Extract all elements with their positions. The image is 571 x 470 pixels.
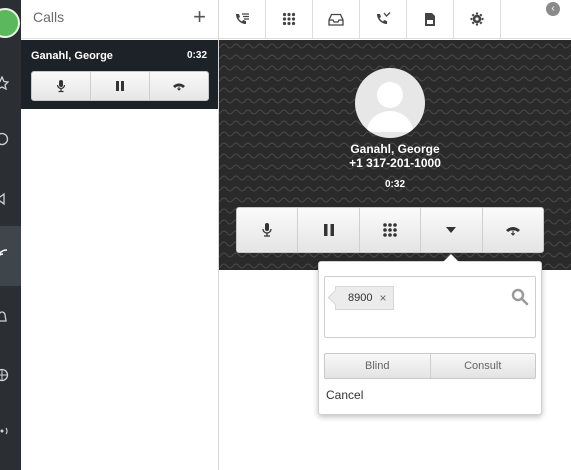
- call-stage: Ganahl, George +1 317-201-1000 0:32: [219, 40, 571, 270]
- pause-icon: [323, 224, 334, 236]
- hangup-button[interactable]: [150, 72, 208, 100]
- active-call-duration: 0:32: [186, 50, 207, 61]
- wave-line: [219, 43, 571, 49]
- mute-button[interactable]: [32, 72, 91, 100]
- caller-avatar: [355, 68, 425, 138]
- pause-icon: [116, 81, 124, 91]
- calls-panel: Calls + Ganahl, George 0:32: [21, 0, 219, 470]
- cancel-transfer-link[interactable]: Cancel: [326, 388, 363, 402]
- left-rail: [0, 0, 21, 470]
- hangup-button[interactable]: [483, 208, 543, 252]
- call-log-button[interactable]: [219, 0, 266, 38]
- bell-icon[interactable]: [0, 306, 21, 328]
- wave-line: [219, 54, 571, 60]
- transfer-type-buttons: Blind Consult: [324, 353, 536, 379]
- missed-call-icon: [377, 12, 391, 24]
- destination-chip[interactable]: 8900 ×: [335, 286, 394, 310]
- calls-title: Calls: [33, 9, 65, 25]
- calls-nav-icon[interactable]: [0, 226, 21, 286]
- settings-button[interactable]: [454, 0, 501, 38]
- active-call-name: Ganahl, George: [31, 50, 113, 62]
- settings-icon: [470, 12, 484, 26]
- popover-arrow: [443, 254, 459, 262]
- microphone-icon: [262, 223, 272, 237]
- add-call-button[interactable]: +: [193, 4, 206, 30]
- hold-button[interactable]: [91, 72, 150, 100]
- inbox-button[interactable]: [313, 0, 360, 38]
- hold-button[interactable]: [298, 208, 360, 252]
- more-options-button[interactable]: [421, 208, 483, 252]
- inbox-icon: [328, 13, 344, 26]
- hangup-icon: [505, 227, 520, 236]
- hangup-icon: [173, 83, 185, 91]
- wave-line: [219, 197, 571, 203]
- call-log-icon: [236, 13, 249, 24]
- dialpad-icon: [282, 12, 296, 26]
- user-presence-avatar[interactable]: [0, 8, 20, 38]
- consult-transfer-button[interactable]: Consult: [431, 354, 536, 378]
- caller-name: Ganahl, George: [350, 142, 440, 156]
- call-duration: 0:32: [384, 179, 405, 190]
- calls-header: Calls +: [21, 0, 218, 39]
- globe-icon[interactable]: [0, 364, 21, 386]
- top-toolbar: ‹: [219, 0, 571, 39]
- chat-icon[interactable]: [0, 128, 21, 150]
- chip-remove-icon[interactable]: ×: [379, 287, 386, 309]
- mute-button[interactable]: [237, 208, 299, 252]
- star-icon[interactable]: [0, 72, 21, 94]
- active-call-controls: [31, 71, 209, 101]
- microphone-icon: [56, 80, 66, 93]
- call-controls: [236, 207, 544, 253]
- voicemail-icon: [425, 12, 435, 26]
- speaker-icon[interactable]: [0, 188, 21, 210]
- missed-calls-button[interactable]: [360, 0, 407, 38]
- caret-down-icon: [446, 227, 457, 233]
- broadcast-icon[interactable]: [0, 420, 21, 442]
- destination-chip-label: 8900: [348, 292, 373, 304]
- voicemail-button[interactable]: [407, 0, 454, 38]
- wave-line: [219, 252, 571, 258]
- person-icon: [367, 82, 413, 132]
- search-icon[interactable]: [511, 288, 529, 306]
- blind-transfer-button[interactable]: Blind: [325, 354, 431, 378]
- active-call-card[interactable]: Ganahl, George 0:32: [21, 40, 218, 109]
- dialpad-button[interactable]: [266, 0, 313, 38]
- transfer-destination-input[interactable]: 8900 ×: [324, 276, 536, 338]
- dialpad-button[interactable]: [360, 208, 422, 252]
- caller-number: +1 317-201-1000: [349, 156, 441, 170]
- transfer-popover: 8900 × Blind Consult Cancel: [318, 254, 542, 415]
- collapse-panel-button[interactable]: ‹: [546, 2, 560, 16]
- dialpad-icon: [383, 223, 397, 237]
